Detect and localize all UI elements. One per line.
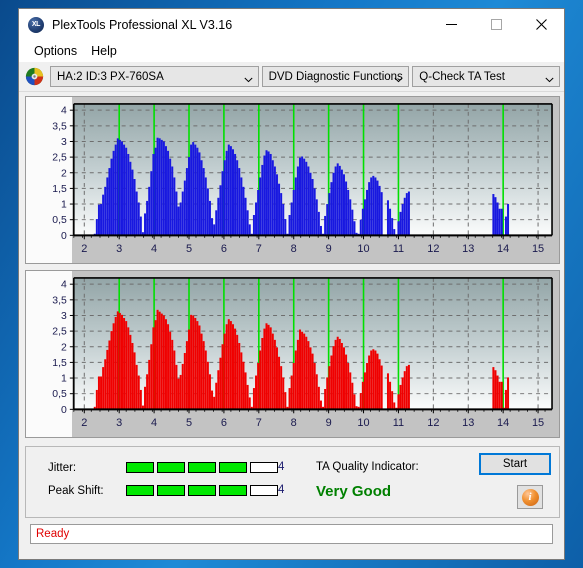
svg-text:10: 10 — [357, 243, 369, 255]
svg-text:2,5: 2,5 — [52, 327, 67, 338]
peak-shift-gauge — [126, 485, 278, 496]
disc-icon — [25, 67, 44, 86]
svg-text:0: 0 — [61, 231, 67, 242]
gauge-segment — [188, 462, 216, 473]
svg-text:3: 3 — [116, 243, 122, 255]
svg-text:1: 1 — [61, 374, 67, 385]
minimize-icon[interactable] — [429, 9, 474, 40]
svg-text:15: 15 — [532, 243, 544, 255]
svg-text:14: 14 — [497, 417, 509, 429]
svg-text:3,5: 3,5 — [52, 121, 67, 132]
gauge-segment — [219, 462, 247, 473]
peak-shift-chart-panel: 0 0,5 1 1,5 2 2,5 3 3,5 4 2 3 4 5 6 7 8 9 10 11 12 13 14 15 — [25, 270, 560, 438]
gauge-segment — [157, 485, 185, 496]
svg-text:9: 9 — [326, 243, 332, 255]
svg-text:4: 4 — [151, 417, 157, 429]
svg-text:14: 14 — [497, 243, 509, 255]
chevron-down-icon — [244, 74, 253, 82]
svg-text:13: 13 — [462, 417, 474, 429]
test-select-value: Q-Check TA Test — [419, 70, 505, 83]
jitter-value: 4 — [278, 461, 285, 473]
gauge-segment — [126, 485, 154, 496]
svg-text:3,5: 3,5 — [52, 295, 67, 306]
maximize-icon[interactable] — [474, 9, 519, 40]
gauge-segment — [250, 485, 278, 496]
gauge-segment — [250, 462, 278, 473]
svg-text:7: 7 — [256, 417, 262, 429]
drive-select[interactable]: HA:2 ID:3 PX-760SA — [50, 66, 259, 87]
status-text: Ready — [36, 528, 70, 540]
jitter-chart-panel: 0 0,5 1 1,5 2 2,5 3 3,5 4 2 3 4 5 6 7 8 9 10 11 12 13 14 15 — [25, 96, 560, 264]
svg-text:0: 0 — [61, 405, 67, 416]
jitter-gauge — [126, 462, 278, 473]
start-button[interactable]: Start — [479, 453, 551, 475]
gauge-segment — [188, 485, 216, 496]
svg-text:0,5: 0,5 — [52, 389, 67, 400]
svg-text:2: 2 — [61, 342, 67, 353]
chevron-down-icon — [545, 74, 554, 82]
peak-shift-value: 4 — [278, 484, 285, 496]
status-bar: Ready — [30, 524, 553, 544]
svg-text:11: 11 — [393, 417, 404, 429]
svg-text:2,5: 2,5 — [52, 153, 67, 164]
toolbar: HA:2 ID:3 PX-760SA DVD Diagnostic Functi… — [19, 62, 564, 92]
svg-text:7: 7 — [256, 243, 262, 255]
svg-text:4: 4 — [61, 280, 67, 291]
client-area: 0 0,5 1 1,5 2 2,5 3 3,5 4 2 3 4 5 6 7 8 9 10 11 12 13 14 15 00… — [19, 92, 564, 559]
jitter-label: Jitter: — [48, 462, 77, 474]
svg-text:8: 8 — [291, 417, 297, 429]
window-controls — [429, 9, 564, 40]
gauge-segment — [157, 462, 185, 473]
app-xl-icon: XL — [28, 16, 44, 33]
svg-text:4: 4 — [61, 106, 67, 117]
svg-text:0,5: 0,5 — [52, 215, 67, 226]
svg-text:9: 9 — [326, 417, 332, 429]
gauge-segment — [126, 462, 154, 473]
svg-text:2: 2 — [81, 243, 87, 255]
jitter-chart: 0 0,5 1 1,5 2 2,5 3 3,5 4 2 3 4 5 6 7 8 9 10 11 12 13 14 15 — [52, 103, 553, 255]
peak-shift-label: Peak Shift: — [48, 485, 104, 497]
svg-text:5: 5 — [186, 243, 192, 255]
ta-quality-label: TA Quality Indicator: — [316, 461, 419, 473]
svg-text:10: 10 — [357, 417, 369, 429]
svg-text:6: 6 — [221, 417, 227, 429]
drive-select-value: HA:2 ID:3 PX-760SA — [57, 70, 164, 83]
menu-item-help[interactable]: Help — [84, 42, 124, 60]
info-button[interactable]: i — [517, 485, 543, 509]
svg-text:2: 2 — [61, 168, 67, 179]
svg-text:3: 3 — [61, 311, 67, 322]
svg-text:5: 5 — [186, 417, 192, 429]
svg-text:2: 2 — [81, 417, 87, 429]
ta-quality-value: Very Good — [316, 483, 392, 500]
info-icon: i — [521, 488, 539, 506]
application-window: XL PlexTools Professional XL V3.16 Optio… — [18, 8, 565, 560]
title-bar: XL PlexTools Professional XL V3.16 — [19, 9, 564, 40]
svg-text:1,5: 1,5 — [52, 184, 67, 195]
indicators-group: Jitter: 4 Peak Shift: 4 TA Quality Indic… — [25, 446, 560, 518]
svg-text:8: 8 — [291, 243, 297, 255]
chevron-down-icon — [394, 74, 403, 82]
svg-text:6: 6 — [221, 243, 227, 255]
svg-text:3: 3 — [61, 137, 67, 148]
svg-text:15: 15 — [532, 417, 544, 429]
peak-shift-chart: 0 0,5 1 1,5 2 2,5 3 3,5 4 2 3 4 5 6 7 8 9 10 11 12 13 14 15 — [52, 277, 553, 429]
svg-text:1: 1 — [61, 200, 67, 211]
svg-text:12: 12 — [427, 243, 439, 255]
window-title: PlexTools Professional XL V3.16 — [52, 17, 233, 32]
svg-text:4: 4 — [151, 243, 157, 255]
svg-text:1,5: 1,5 — [52, 358, 67, 369]
gauge-segment — [219, 485, 247, 496]
svg-text:11: 11 — [393, 243, 404, 255]
close-icon[interactable] — [519, 9, 564, 40]
svg-text:12: 12 — [427, 417, 439, 429]
test-select[interactable]: Q-Check TA Test — [412, 66, 561, 87]
function-select[interactable]: DVD Diagnostic Functions — [261, 66, 410, 87]
function-select-value: DVD Diagnostic Functions — [268, 70, 403, 83]
menu-item-options[interactable]: Options — [27, 42, 84, 60]
svg-text:3: 3 — [116, 417, 122, 429]
svg-text:13: 13 — [462, 243, 474, 255]
menu-bar: Options Help — [19, 40, 564, 62]
